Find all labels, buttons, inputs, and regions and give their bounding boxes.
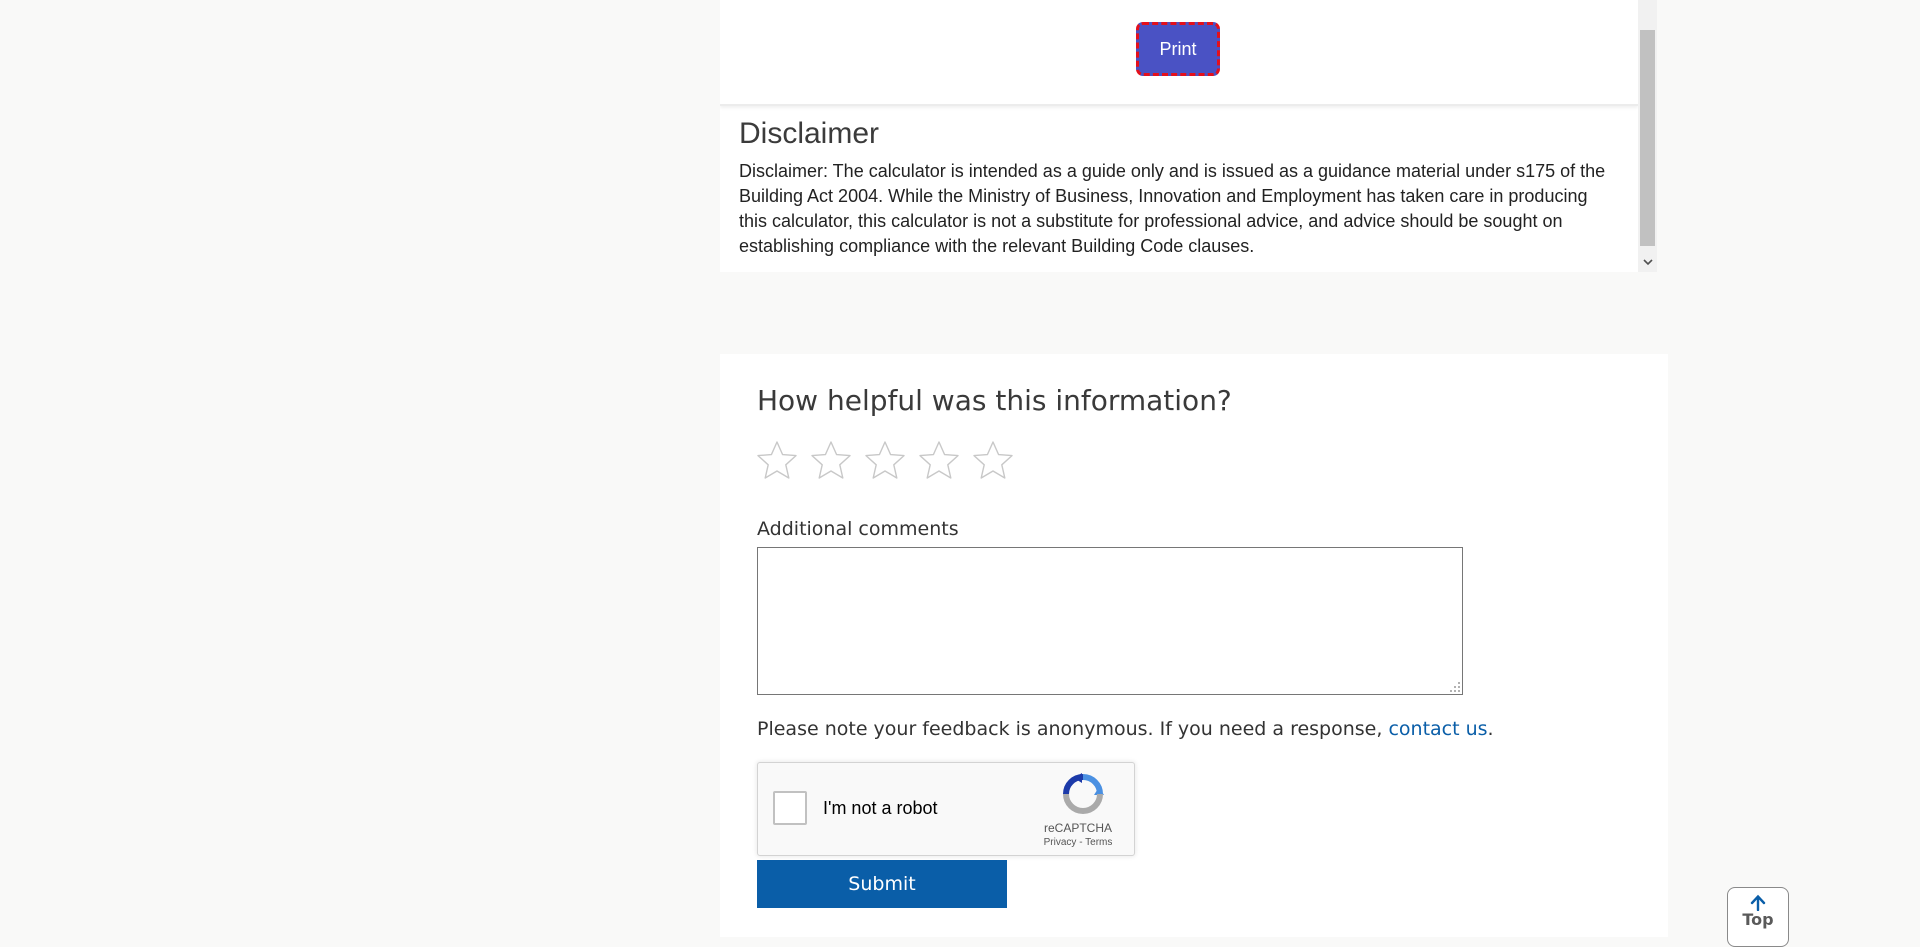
scroll-down-button[interactable] <box>1638 252 1657 272</box>
disclaimer-section: Disclaimer Disclaimer: The calculator is… <box>739 117 1619 259</box>
note-end: . <box>1487 718 1494 740</box>
resize-grip-icon[interactable] <box>1450 682 1461 693</box>
anonymous-note: Please note your feedback is anonymous. … <box>757 718 1494 740</box>
recaptcha-separator: - <box>1076 837 1086 848</box>
comments-textarea[interactable] <box>757 547 1463 695</box>
star-icon[interactable] <box>810 440 852 482</box>
recaptcha-privacy-link[interactable]: Privacy <box>1044 837 1077 848</box>
star-rating[interactable] <box>756 440 1014 482</box>
star-icon[interactable] <box>972 440 1014 482</box>
recaptcha-label: I'm not a robot <box>823 798 938 818</box>
print-button[interactable]: Print <box>1136 22 1220 76</box>
feedback-title: How helpful was this information? <box>757 384 1232 417</box>
disclaimer-title: Disclaimer <box>739 117 880 150</box>
feedback-card: How helpful was this information? Additi… <box>720 354 1668 937</box>
arrow-up-icon <box>1750 894 1766 911</box>
star-icon[interactable] <box>756 440 798 482</box>
calculator-content: Print Disclaimer Disclaimer: The calcula… <box>720 0 1638 272</box>
chevron-down-icon <box>1642 258 1653 265</box>
scrollbar-thumb[interactable] <box>1640 30 1655 246</box>
star-icon[interactable] <box>918 440 960 482</box>
recaptcha-logo-icon <box>1063 773 1104 814</box>
recaptcha-terms-link[interactable]: Terms <box>1085 837 1112 848</box>
calculator-frame: Print Disclaimer Disclaimer: The calcula… <box>720 0 1657 272</box>
recaptcha-links: Privacy - Terms <box>1028 837 1128 848</box>
back-to-top-button[interactable]: Top <box>1727 887 1789 947</box>
star-icon[interactable] <box>864 440 906 482</box>
contact-us-link[interactable]: contact us <box>1388 718 1487 740</box>
print-row: Print <box>720 0 1638 106</box>
recaptcha-brand: reCAPTCHA <box>1043 821 1112 835</box>
recaptcha-widget: I'm not a robot reCAPTCHA Privacy - Term… <box>757 762 1135 856</box>
comments-label: Additional comments <box>757 518 959 540</box>
disclaimer-text: Disclaimer: The calculator is intended a… <box>739 161 1606 256</box>
submit-button[interactable]: Submit <box>757 860 1007 908</box>
back-to-top-label: Top <box>1742 910 1774 929</box>
frame-scrollbar[interactable] <box>1638 0 1657 272</box>
recaptcha-checkbox[interactable] <box>773 791 807 825</box>
note-text: Please note your feedback is anonymous. … <box>757 718 1389 740</box>
